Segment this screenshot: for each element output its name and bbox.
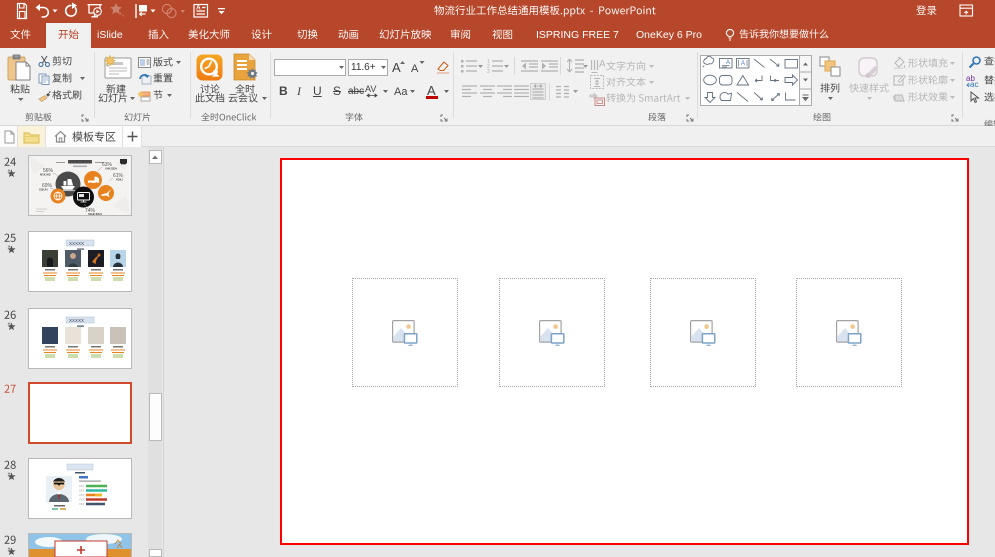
svg-text:SDHKJDHS: SDHKJDHS: [88, 212, 102, 215]
svg-text:XHKJSDH: XHKJSDH: [105, 167, 117, 171]
svg-text:XXXXX: XXXXX: [69, 318, 84, 323]
svg-text:A: A: [726, 60, 730, 66]
svg-text:A: A: [741, 61, 745, 67]
svg-text:XXX: XXX: [79, 498, 84, 502]
svg-text:ac: ac: [970, 80, 978, 88]
svg-text:MSKJHD: MSKJHD: [40, 173, 51, 177]
svg-text:XXX: XXX: [79, 502, 84, 506]
svg-text:XXX: XXX: [79, 484, 84, 488]
svg-text:SDKJH: SDKJH: [39, 188, 48, 192]
svg-text:HDKJ: HDKJ: [116, 178, 123, 182]
svg-text:A: A: [196, 5, 201, 12]
svg-text:XXXXX: XXXXX: [69, 241, 84, 246]
svg-text:A: A: [392, 60, 401, 75]
svg-text:XXX: XXX: [79, 489, 84, 493]
svg-text:A: A: [599, 59, 605, 70]
svg-text:A: A: [411, 63, 419, 75]
svg-text:3: 3: [487, 69, 490, 73]
svg-text:AV: AV: [365, 84, 376, 94]
svg-text:XXX: XXX: [79, 493, 84, 497]
